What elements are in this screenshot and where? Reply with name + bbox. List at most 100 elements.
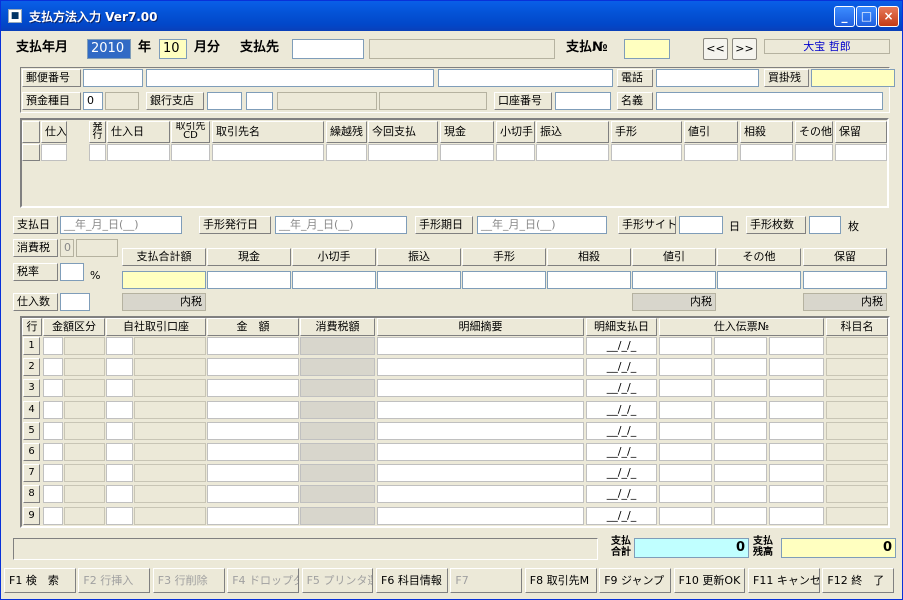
slip-no-3[interactable] — [769, 464, 824, 483]
fkey-8-button[interactable]: F8 取引先M — [524, 568, 597, 593]
purchase-count-input[interactable] — [60, 293, 90, 311]
fkey-3-button[interactable]: F3 行削除 — [152, 568, 225, 593]
year-input[interactable]: 2010 — [87, 39, 131, 59]
slip-no-2[interactable] — [714, 464, 767, 483]
slip-no-1[interactable] — [659, 485, 712, 504]
slip-no-3[interactable] — [769, 358, 824, 377]
slip-no-1[interactable] — [659, 443, 712, 461]
deposit-type-input[interactable]: 0 — [83, 92, 103, 110]
slip-no-1[interactable] — [659, 400, 712, 419]
maximize-button[interactable]: □ — [856, 6, 877, 27]
description-input[interactable] — [377, 358, 584, 377]
fkey-2-button[interactable]: F2 行挿入 — [78, 568, 151, 593]
detail-pay-date[interactable]: __/_/_ — [586, 506, 657, 525]
account-no-input[interactable] — [555, 92, 611, 110]
account-code[interactable] — [106, 337, 133, 355]
account-code[interactable] — [106, 379, 133, 398]
slip-no-1[interactable] — [659, 506, 712, 525]
amount-type-code[interactable] — [43, 379, 63, 398]
detail-pay-date[interactable]: __/_/_ — [586, 358, 657, 377]
slip-no-2[interactable] — [714, 358, 767, 377]
amount-input[interactable] — [207, 421, 299, 440]
bill-due-input[interactable]: __年_月_日(__) — [477, 216, 607, 234]
fkey-1-button[interactable]: F1 検 索 — [4, 568, 76, 593]
slip-no-3[interactable] — [769, 421, 824, 440]
grid1-cell[interactable] — [440, 144, 494, 161]
slip-no-3[interactable] — [769, 379, 824, 398]
fkey-4-button[interactable]: F4 ドロップダウン — [227, 568, 299, 593]
grid1-cell[interactable] — [536, 144, 609, 161]
detail-pay-date[interactable]: __/_/_ — [586, 337, 657, 355]
slip-no-3[interactable] — [769, 337, 824, 355]
minimize-button[interactable]: _ — [834, 6, 855, 27]
amount-type-code[interactable] — [43, 443, 63, 461]
description-input[interactable] — [377, 443, 584, 461]
grid1-cell[interactable] — [326, 144, 367, 161]
prev-button[interactable]: << — [703, 38, 728, 60]
description-input[interactable] — [377, 485, 584, 504]
amount-input[interactable] — [207, 337, 299, 355]
payee-code-input[interactable] — [292, 39, 364, 59]
amount-input[interactable] — [207, 358, 299, 377]
amount-input[interactable] — [207, 443, 299, 461]
grid1-cell[interactable] — [89, 144, 106, 161]
slip-no-2[interactable] — [714, 337, 767, 355]
account-code[interactable] — [106, 485, 133, 504]
detail-pay-date[interactable]: __/_/_ — [586, 421, 657, 440]
fkey-5-button[interactable]: F5 プリンタ選択 — [301, 568, 374, 593]
grid1-cell[interactable] — [107, 144, 170, 161]
amount-type-code[interactable] — [43, 358, 63, 377]
grid1-cell[interactable] — [212, 144, 324, 161]
fkey-6-button[interactable]: F6 科目情報 — [376, 568, 448, 593]
slip-no-3[interactable] — [769, 485, 824, 504]
slip-no-1[interactable] — [659, 464, 712, 483]
holder-input[interactable] — [656, 92, 883, 110]
postal-input[interactable] — [83, 69, 143, 87]
amount-input[interactable] — [207, 379, 299, 398]
detail-pay-date[interactable]: __/_/_ — [586, 400, 657, 419]
fkey-11-button[interactable]: F11 キャンセル — [748, 568, 820, 593]
amount-input[interactable] — [207, 506, 299, 525]
fkey-10-button[interactable]: F10 更新OK — [673, 568, 746, 593]
amount-type-code[interactable] — [43, 400, 63, 419]
bill-count-input[interactable] — [809, 216, 841, 234]
slip-no-1[interactable] — [659, 337, 712, 355]
account-code[interactable] — [106, 358, 133, 377]
detail-pay-date[interactable]: __/_/_ — [586, 485, 657, 504]
bill-issue-input[interactable]: __年_月_日(__) — [275, 216, 407, 234]
grid1-cell[interactable] — [684, 144, 738, 161]
pay-no-input[interactable] — [624, 39, 670, 59]
pay-date-input[interactable]: __年_月_日(__) — [60, 216, 182, 234]
account-code[interactable] — [106, 421, 133, 440]
month-input[interactable]: 10 — [159, 39, 187, 59]
slip-no-2[interactable] — [714, 421, 767, 440]
slip-no-3[interactable] — [769, 400, 824, 419]
grid1-cell[interactable] — [611, 144, 682, 161]
grid1-cell[interactable] — [795, 144, 833, 161]
fkey-7-button[interactable]: F7 — [450, 568, 523, 593]
slip-no-2[interactable] — [714, 443, 767, 461]
slip-no-2[interactable] — [714, 506, 767, 525]
grid1-cell[interactable] — [368, 144, 438, 161]
slip-no-2[interactable] — [714, 400, 767, 419]
detail-pay-date[interactable]: __/_/_ — [586, 464, 657, 483]
description-input[interactable] — [377, 506, 584, 525]
phone-input[interactable] — [656, 69, 759, 87]
grid1-cell[interactable] — [171, 144, 210, 161]
amount-type-code[interactable] — [43, 485, 63, 504]
fkey-12-button[interactable]: F12 終 了 — [822, 568, 895, 593]
slip-no-1[interactable] — [659, 421, 712, 440]
address1-input[interactable] — [146, 69, 434, 87]
next-button[interactable]: >> — [732, 38, 757, 60]
grid1-cell[interactable] — [835, 144, 887, 161]
slip-no-2[interactable] — [714, 379, 767, 398]
detail-pay-date[interactable]: __/_/_ — [586, 379, 657, 398]
amount-type-code[interactable] — [43, 421, 63, 440]
grid1-cell[interactable] — [496, 144, 535, 161]
bank-code-input[interactable] — [207, 92, 242, 110]
amount-input[interactable] — [207, 464, 299, 483]
description-input[interactable] — [377, 400, 584, 419]
account-code[interactable] — [106, 506, 133, 525]
account-code[interactable] — [106, 400, 133, 419]
rate-input[interactable] — [60, 263, 84, 281]
